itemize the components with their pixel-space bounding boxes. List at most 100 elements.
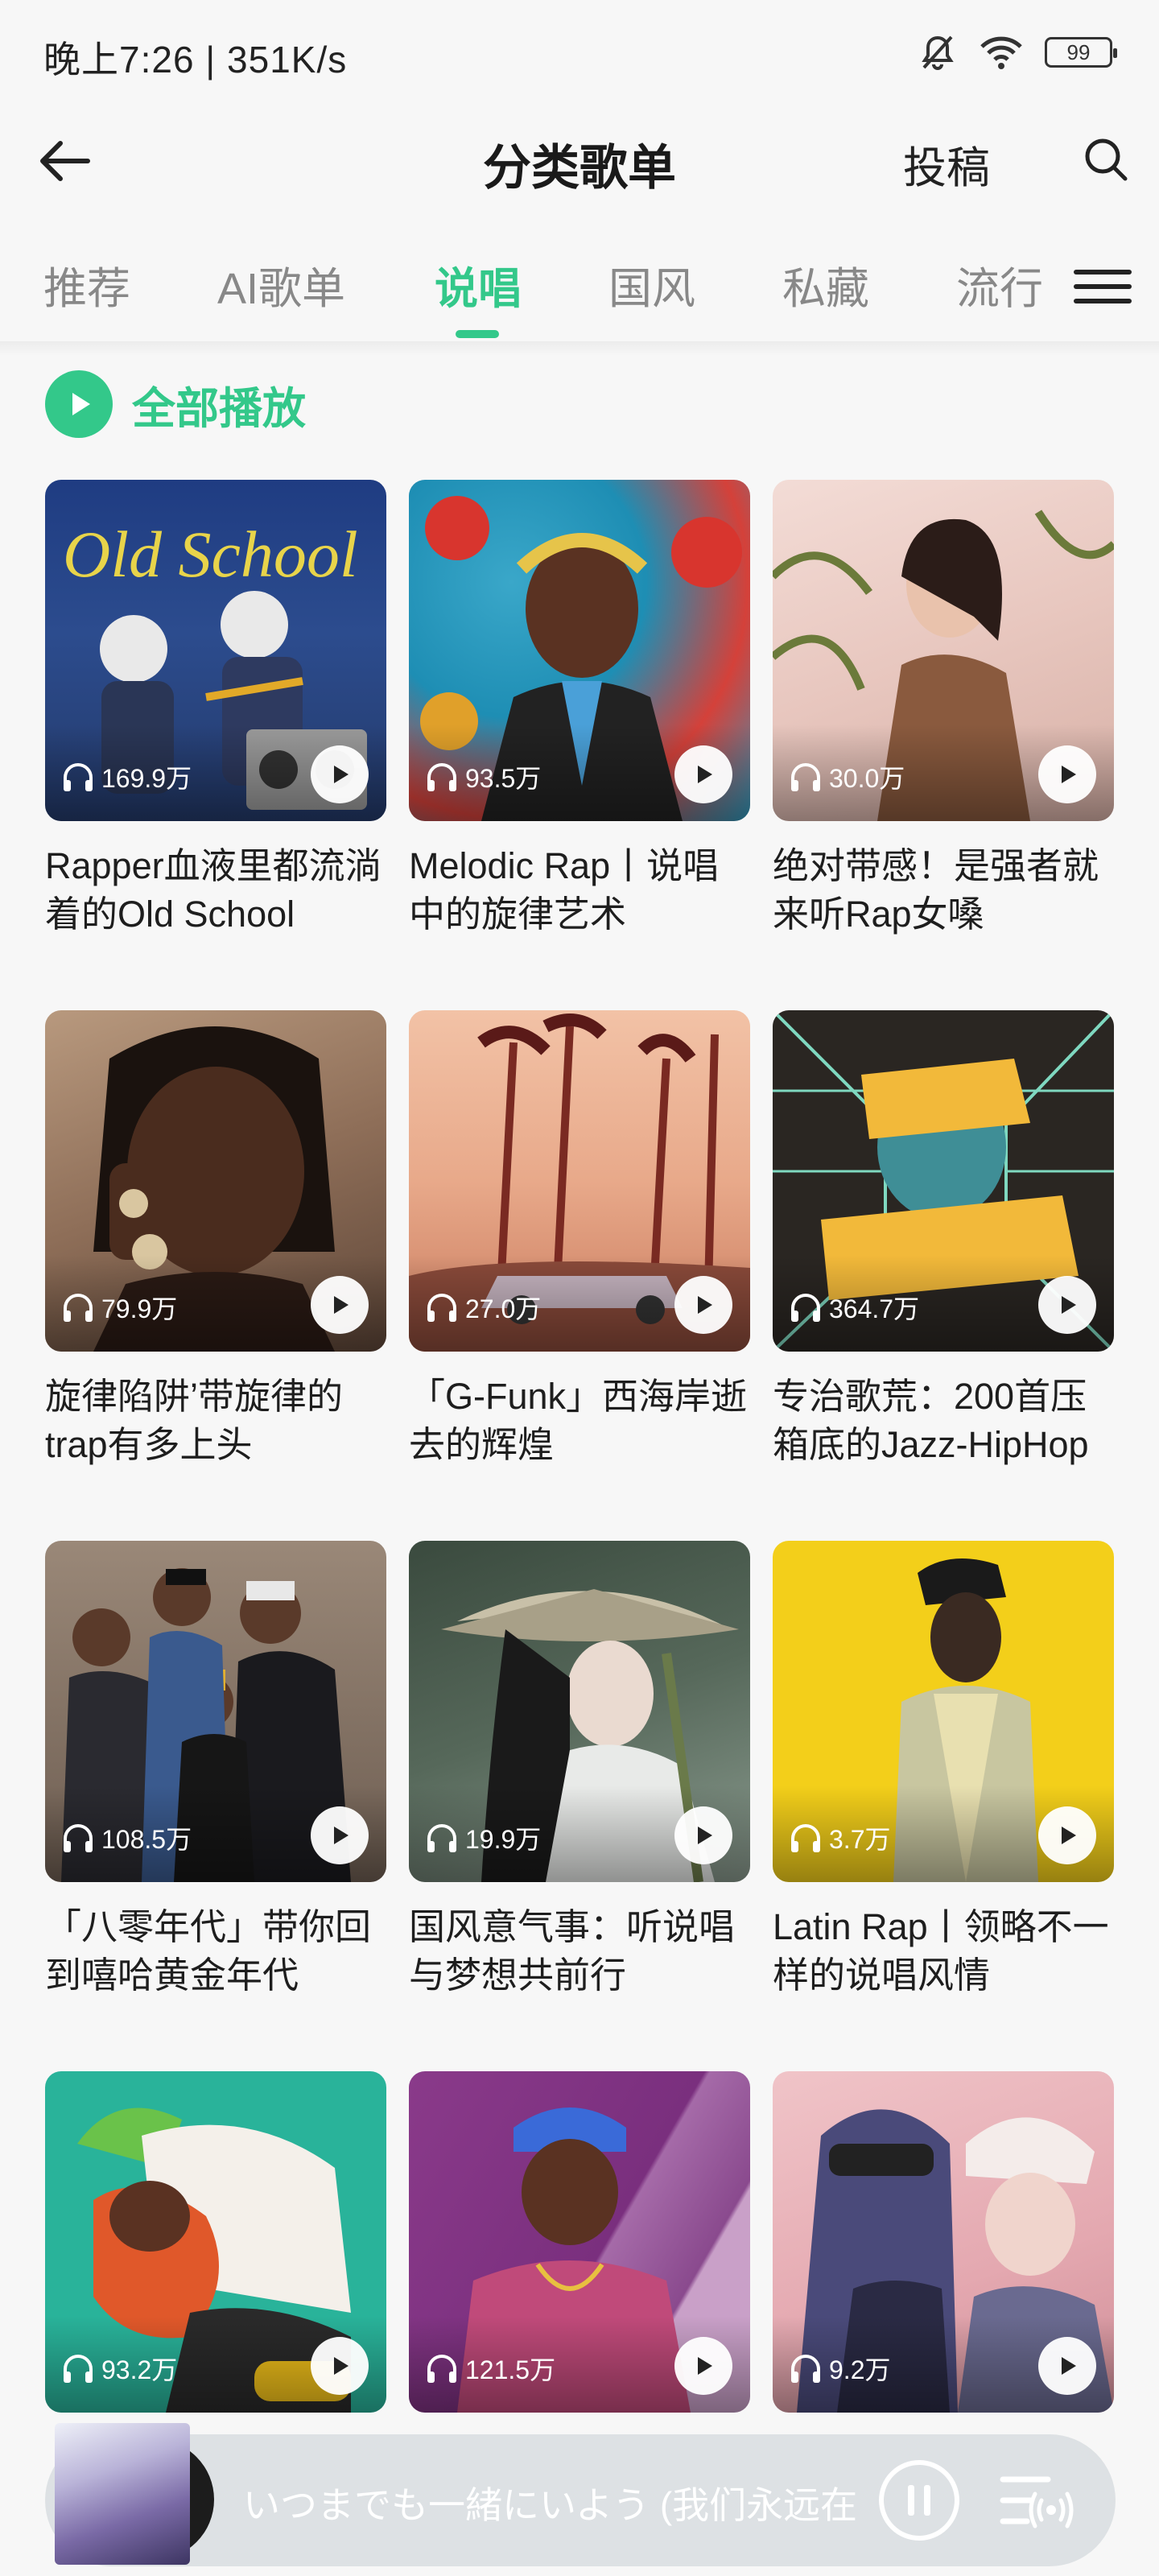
playlist-cover: 30.0万 bbox=[773, 480, 1114, 821]
play-count-value: 93.5万 bbox=[465, 764, 542, 793]
play-icon bbox=[334, 1296, 349, 1314]
tab-pop[interactable]: 流行 bbox=[956, 253, 1043, 316]
playlist-cover: 9.2万 bbox=[773, 2071, 1114, 2413]
play-queue-button[interactable] bbox=[998, 2465, 1075, 2537]
tab-active-indicator bbox=[456, 330, 499, 338]
play-icon bbox=[334, 766, 349, 783]
play-icon bbox=[698, 2357, 712, 2375]
tab-recommend[interactable]: 推荐 bbox=[43, 253, 130, 316]
card-play-button[interactable] bbox=[674, 1276, 732, 1334]
play-icon bbox=[698, 1827, 712, 1844]
play-icon bbox=[334, 2357, 349, 2375]
playlist-cover: 108.5万 bbox=[45, 1541, 386, 1882]
card-play-button[interactable] bbox=[674, 745, 732, 803]
now-playing-cover[interactable] bbox=[45, 2423, 214, 2571]
play-icon bbox=[698, 1296, 712, 1314]
playlist-card[interactable]: 108.5万 「八零年代」带你回到嘻哈黄金年代 bbox=[45, 1541, 386, 2000]
play-count: 169.9万 bbox=[61, 758, 192, 795]
playlist-cover: 27.0万 bbox=[409, 1010, 750, 1352]
playlist-title[interactable]: 绝对带感！是强者就来听Rap女嗓 bbox=[773, 842, 1114, 939]
play-count-value: 169.9万 bbox=[101, 764, 192, 793]
submit-button[interactable]: 投稿 bbox=[903, 132, 990, 196]
play-count: 108.5万 bbox=[61, 1819, 192, 1856]
play-icon bbox=[1062, 1827, 1076, 1844]
card-play-button[interactable] bbox=[311, 745, 369, 803]
card-play-button[interactable] bbox=[1038, 745, 1096, 803]
search-icon bbox=[1085, 138, 1128, 181]
playlist-cover: 121.5万 bbox=[409, 2071, 750, 2413]
tab-guofeng[interactable]: 国风 bbox=[608, 253, 695, 316]
playlist-cover: 79.9万 bbox=[45, 1010, 386, 1352]
playlist-cover: 93.2万 bbox=[45, 2071, 386, 2413]
play-count: 19.9万 bbox=[425, 1819, 541, 1856]
playlist-card[interactable]: 364.7万 专治歌荒：200首压箱底的Jazz-HipHop bbox=[773, 1010, 1114, 1469]
play-count: 364.7万 bbox=[789, 1289, 919, 1326]
play-icon bbox=[1062, 1296, 1076, 1314]
headphones-icon bbox=[64, 1824, 93, 1852]
headphones-icon bbox=[791, 1824, 820, 1852]
headphones-icon bbox=[427, 1294, 456, 1322]
play-count-value: 27.0万 bbox=[465, 1294, 542, 1323]
playlist-title[interactable]: Melodic Rap丨说唱中的旋律艺术 bbox=[409, 842, 750, 939]
card-play-button[interactable] bbox=[311, 1276, 369, 1334]
play-count-value: 93.2万 bbox=[101, 2355, 178, 2384]
card-play-button[interactable] bbox=[1038, 2337, 1096, 2395]
play-icon bbox=[1062, 2357, 1076, 2375]
playlist-card[interactable]: 19.9万 国风意气事：听说唱与梦想共前行 bbox=[409, 1541, 750, 2000]
playlist-title[interactable]: 专治歌荒：200首压箱底的Jazz-HipHop bbox=[773, 1373, 1114, 1469]
headphones-icon bbox=[791, 1294, 820, 1322]
card-play-button[interactable] bbox=[311, 1806, 369, 1864]
playlist-title[interactable]: 「八零年代」带你回到嘻哈黄金年代 bbox=[45, 1903, 386, 2000]
tabs-divider bbox=[0, 341, 1159, 356]
status-icons: 99 bbox=[918, 32, 1117, 72]
playlist-card[interactable]: 30.0万 绝对带感！是强者就来听Rap女嗓 bbox=[773, 480, 1114, 939]
pause-button[interactable] bbox=[879, 2460, 959, 2541]
playlist-card[interactable]: 79.9万 旋律陷阱’带旋律的trap有多上头 bbox=[45, 1010, 386, 1469]
play-count: 93.5万 bbox=[425, 758, 541, 795]
play-count: 121.5万 bbox=[425, 2350, 555, 2387]
status-time-speed: 晚上7:26 | 351K/s bbox=[43, 39, 348, 80]
playlist-title[interactable]: Rapper血液里都流淌着的Old School bbox=[45, 842, 386, 939]
tab-private[interactable]: 私藏 bbox=[782, 253, 869, 316]
headphones-icon bbox=[64, 763, 93, 791]
play-icon bbox=[334, 1827, 349, 1844]
now-playing-title[interactable]: いつまでも一緒にいよう (我们永远在 bbox=[243, 2476, 895, 2529]
card-play-button[interactable] bbox=[674, 2337, 732, 2395]
headphones-icon bbox=[791, 763, 820, 791]
playlist-title[interactable]: 国风意气事：听说唱与梦想共前行 bbox=[409, 1903, 750, 2000]
playlist-cover: 19.9万 bbox=[409, 1541, 750, 1882]
pause-bar bbox=[908, 2485, 914, 2516]
playlist-title[interactable]: 旋律陷阱’带旋律的trap有多上头 bbox=[45, 1373, 386, 1469]
playlist-title[interactable]: Latin Rap丨领略不一样的说唱风情 bbox=[773, 1903, 1114, 2000]
card-play-button[interactable] bbox=[674, 1806, 732, 1864]
category-tabs: 推荐 AI歌单 说唱 国风 私藏 流行 bbox=[0, 242, 1159, 346]
mini-player[interactable]: いつまでも一緒にいよう (我们永远在 bbox=[45, 2423, 1116, 2566]
play-icon bbox=[698, 766, 712, 783]
playlist-card[interactable]: 27.0万 「G-Funk」西海岸逝去的辉煌 bbox=[409, 1010, 750, 1469]
headphones-icon bbox=[427, 2355, 456, 2383]
headphones-icon bbox=[427, 763, 456, 791]
playlist-queue-icon bbox=[1000, 2476, 1074, 2529]
svg-text:Old School: Old School bbox=[63, 518, 358, 591]
play-count: 27.0万 bbox=[425, 1289, 541, 1326]
play-all-button[interactable]: 全部播放 bbox=[45, 370, 306, 438]
play-count: 93.2万 bbox=[61, 2350, 177, 2387]
search-button[interactable] bbox=[1075, 129, 1136, 190]
playlist-cover: 93.5万 bbox=[409, 480, 750, 821]
play-count-value: 3.7万 bbox=[829, 1825, 891, 1854]
status-bar: 晚上7:26 | 351K/s 99 bbox=[0, 0, 1159, 105]
playlist-title[interactable]: 「G-Funk」西海岸逝去的辉煌 bbox=[409, 1373, 750, 1469]
playlist-card[interactable]: 3.7万 Latin Rap丨领略不一样的说唱风情 bbox=[773, 1541, 1114, 2000]
card-play-button[interactable] bbox=[1038, 1806, 1096, 1864]
card-play-button[interactable] bbox=[311, 2337, 369, 2395]
all-categories-menu-button[interactable] bbox=[1074, 258, 1132, 316]
headphones-icon bbox=[791, 2355, 820, 2383]
tab-ai-playlist[interactable]: AI歌单 bbox=[217, 253, 345, 316]
playlist-card[interactable]: 93.5万 Melodic Rap丨说唱中的旋律艺术 bbox=[409, 480, 750, 939]
play-count-value: 30.0万 bbox=[829, 764, 905, 793]
card-play-button[interactable] bbox=[1038, 1276, 1096, 1334]
playlist-card[interactable]: Old School 169.9万 Rapper血液里都流淌着的Old Scho… bbox=[45, 480, 386, 939]
tab-rap[interactable]: 说唱 bbox=[435, 253, 522, 316]
play-count: 79.9万 bbox=[61, 1289, 177, 1326]
headphones-icon bbox=[427, 1824, 456, 1852]
